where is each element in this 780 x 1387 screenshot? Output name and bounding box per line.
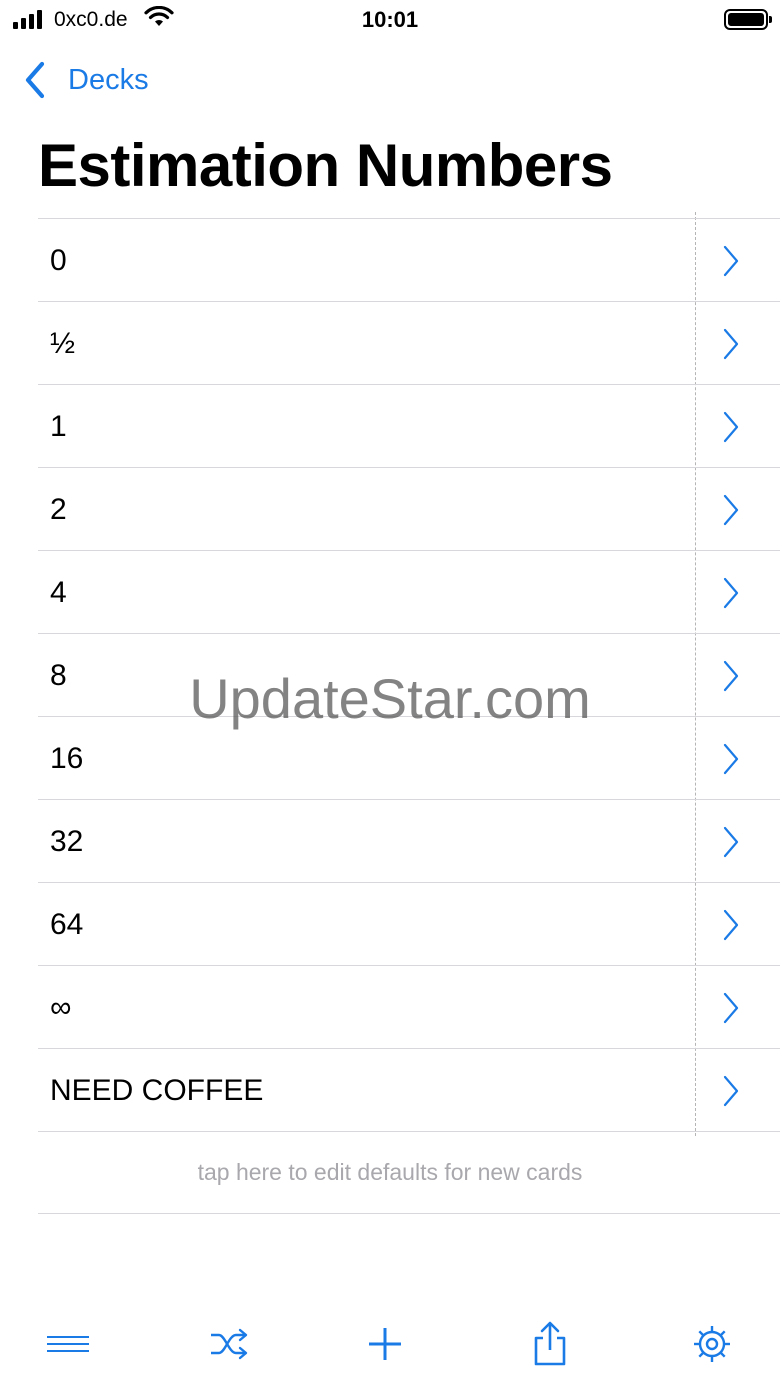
card-label: NEED COFFEE [50, 1074, 264, 1107]
card-row[interactable]: 0 [38, 219, 780, 302]
card-label: ∞ [50, 991, 72, 1024]
card-label: 4 [50, 576, 67, 609]
card-row[interactable]: ∞ [38, 966, 780, 1049]
card-row[interactable]: 64 [38, 883, 780, 966]
chevron-right-icon[interactable] [721, 826, 741, 858]
card-row[interactable]: 2 [38, 468, 780, 551]
battery-icon [724, 9, 772, 30]
page-title: Estimation Numbers [38, 132, 613, 199]
card-label: ½ [50, 327, 76, 360]
back-button[interactable]: Decks [22, 58, 149, 102]
defaults-divider [38, 1213, 780, 1214]
chevron-right-icon[interactable] [721, 1075, 741, 1107]
card-label: 1 [50, 410, 67, 443]
card-row[interactable]: 16 [38, 717, 780, 800]
card-row[interactable]: 4 [38, 551, 780, 634]
chevron-right-icon[interactable] [721, 743, 741, 775]
card-row[interactable]: 32 [38, 800, 780, 883]
chevron-left-icon [25, 61, 45, 99]
chevron-right-icon[interactable] [721, 494, 741, 526]
menu-button[interactable] [44, 1320, 92, 1368]
share-icon [534, 1321, 566, 1366]
shuffle-icon [211, 1328, 248, 1360]
card-label: 0 [50, 244, 67, 277]
chevron-right-icon[interactable] [721, 411, 741, 443]
edit-defaults-link[interactable]: tap here to edit defaults for new cards [0, 1150, 780, 1194]
card-row[interactable]: ½ [38, 302, 780, 385]
add-card-button[interactable] [361, 1320, 409, 1368]
card-label: 64 [50, 908, 84, 941]
card-label: 16 [50, 742, 84, 775]
chevron-right-icon[interactable] [721, 245, 741, 277]
shuffle-button[interactable] [205, 1320, 253, 1368]
add-icon [369, 1328, 401, 1360]
card-label: 2 [50, 493, 67, 526]
chevron-right-icon[interactable] [721, 909, 741, 941]
chevron-right-icon[interactable] [721, 577, 741, 609]
card-label: 32 [50, 825, 84, 858]
share-button[interactable] [526, 1320, 574, 1368]
back-button-label: Decks [68, 64, 149, 96]
chevron-right-icon[interactable] [721, 992, 741, 1024]
card-list: 0 ½ 1 2 4 8 16 32 64 ∞ NEED COFFEE [38, 218, 780, 1132]
settings-button[interactable] [688, 1320, 736, 1368]
status-bar: 0xc0.de 10:01 [0, 0, 780, 40]
chevron-right-icon[interactable] [721, 328, 741, 360]
card-row[interactable]: 8 [38, 634, 780, 717]
bottom-toolbar [0, 1300, 780, 1387]
chevron-right-icon[interactable] [721, 660, 741, 692]
card-row[interactable]: 1 [38, 385, 780, 468]
card-label: 8 [50, 659, 67, 692]
menu-icon [47, 1336, 89, 1352]
clock: 10:01 [361, 7, 419, 32]
settings-icon [694, 1326, 730, 1362]
card-row[interactable]: NEED COFFEE [38, 1049, 780, 1132]
